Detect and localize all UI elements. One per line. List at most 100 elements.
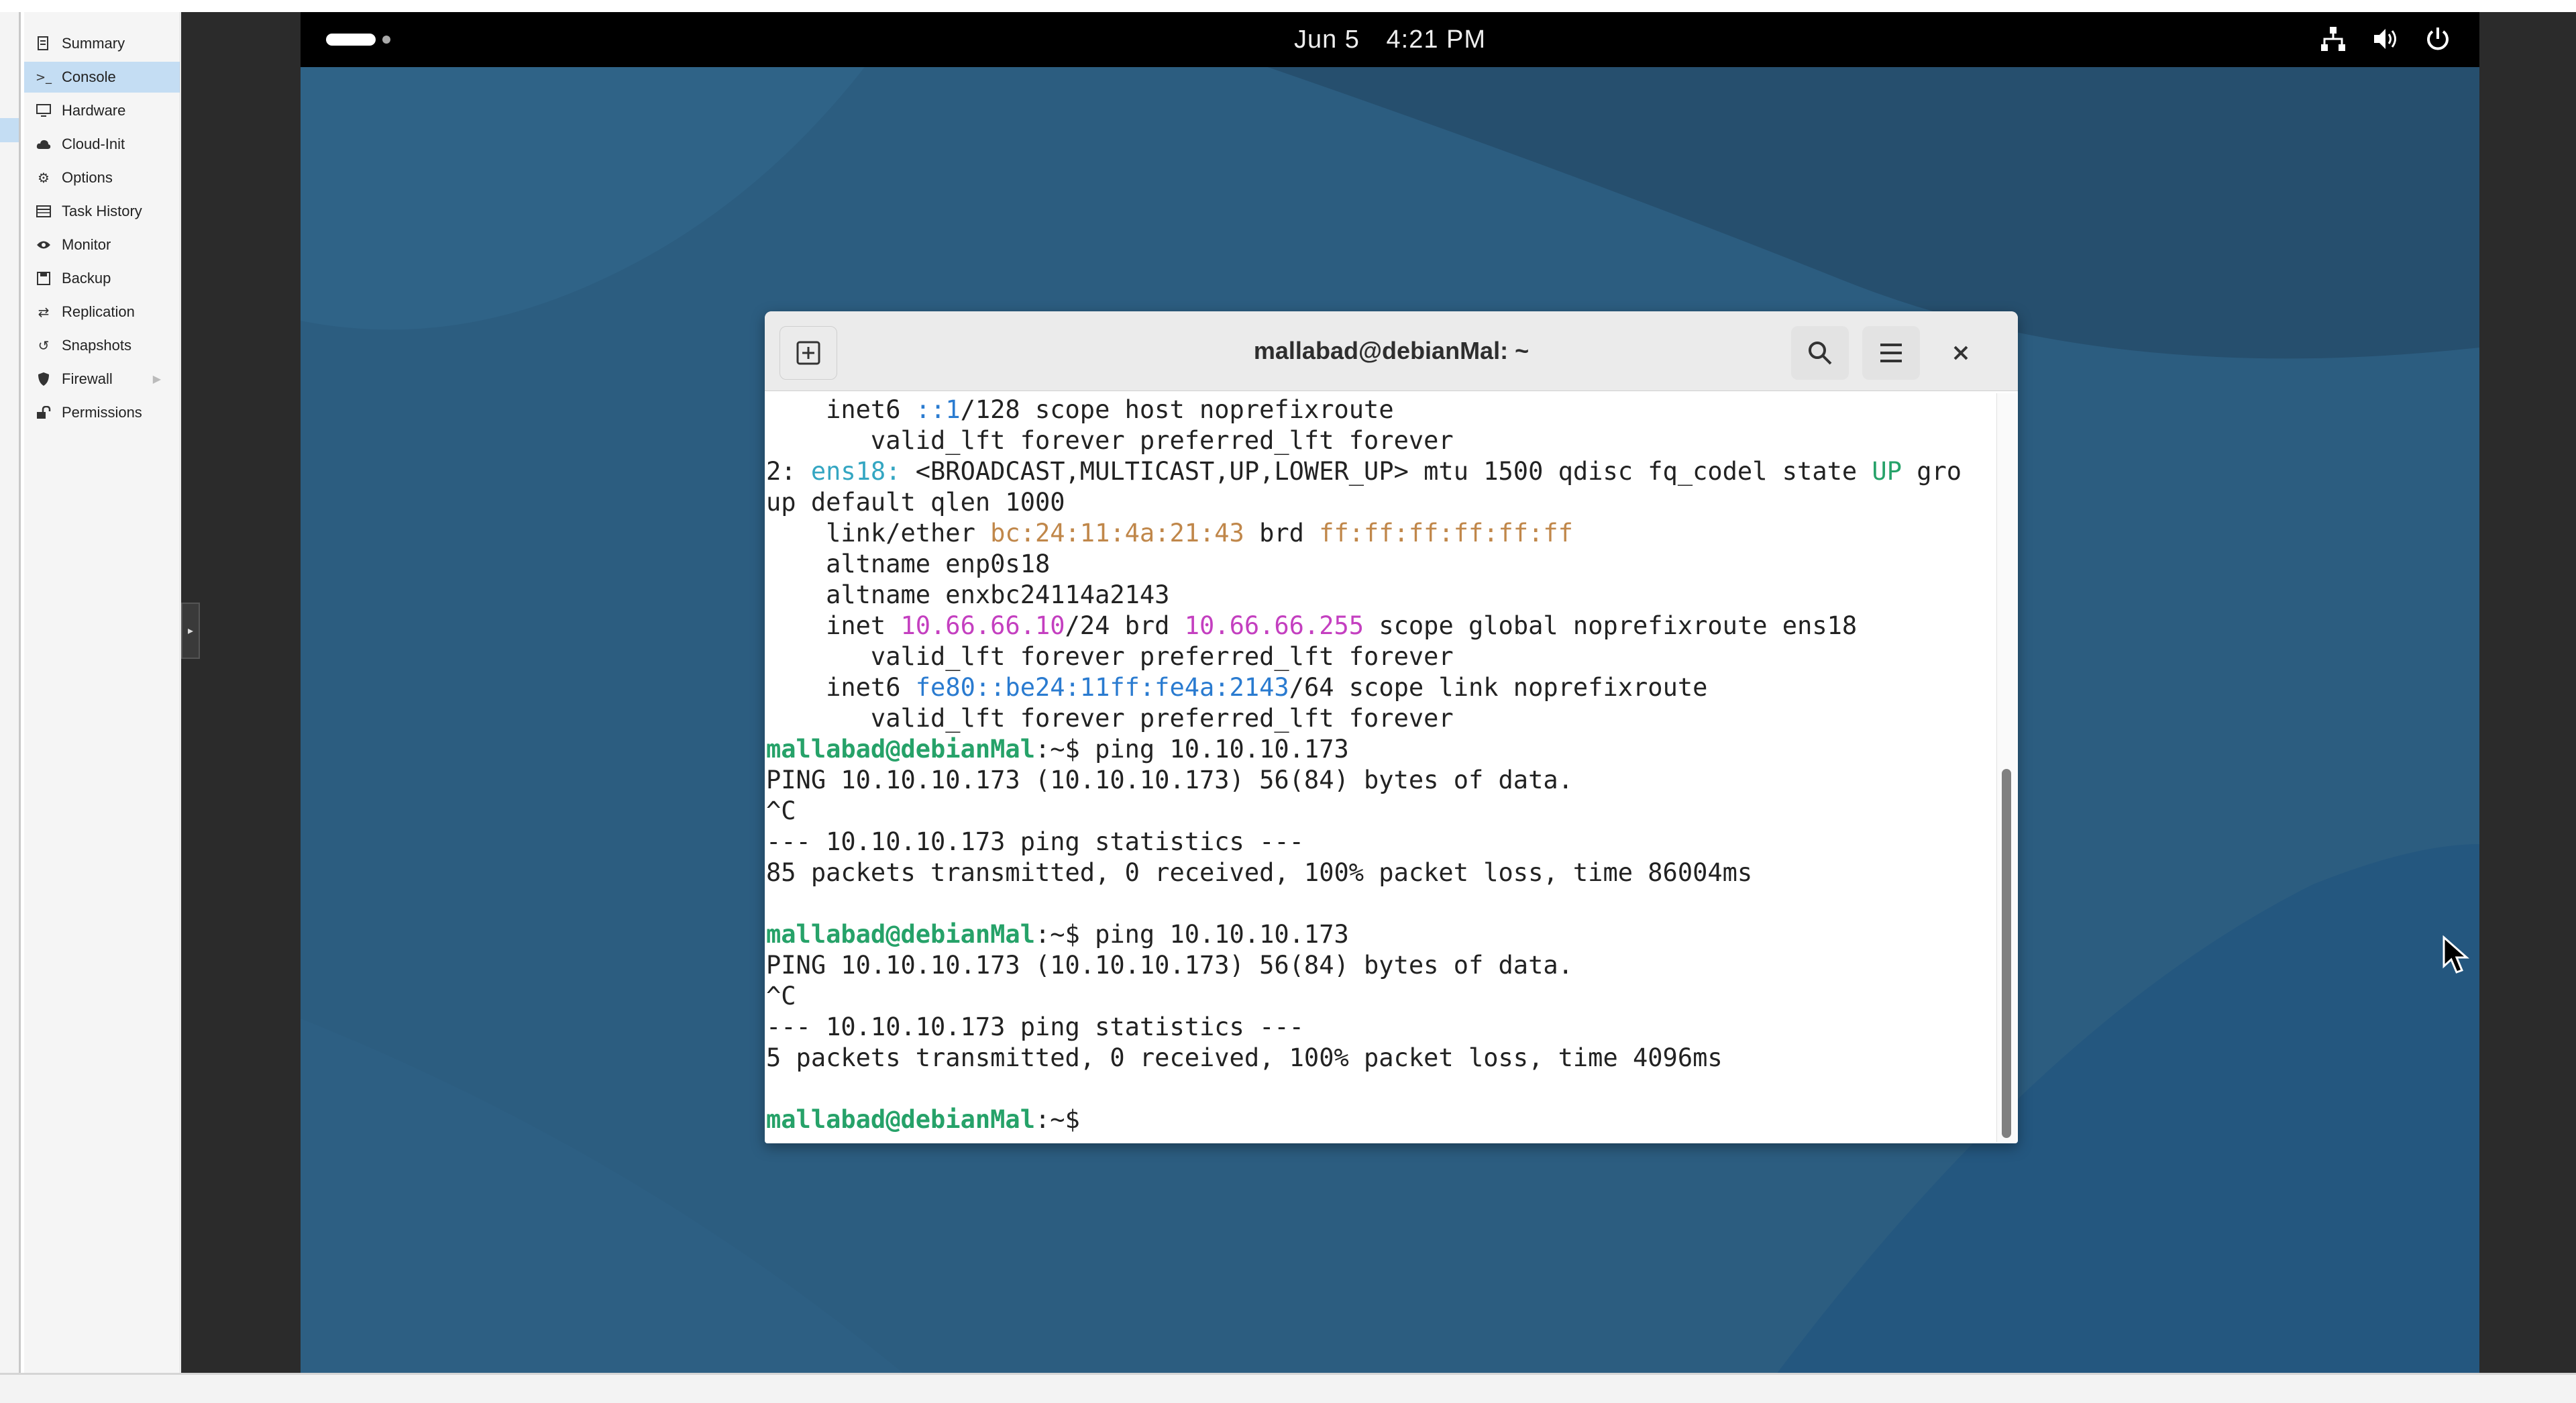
terminal-text-span: mallabad@debianMal xyxy=(766,920,1035,949)
terminal-line: mallabad@debianMal:~$ xyxy=(766,1104,1095,1135)
gear-icon: ⚙ xyxy=(38,170,50,186)
terminal-text-span: altname enp0s18 xyxy=(766,550,1051,578)
sidebar-item-hardware[interactable]: Hardware xyxy=(24,95,180,126)
terminal-text-span: /128 scope host noprefixroute xyxy=(960,395,1394,424)
terminal-text-span: inet6 xyxy=(766,395,916,424)
list-icon xyxy=(35,203,52,220)
mouse-cursor-icon xyxy=(2442,935,2471,979)
sidebar-item-summary[interactable]: Summary xyxy=(24,28,180,59)
floppy-icon xyxy=(35,270,52,287)
terminal-line: inet 10.66.66.10/24 brd 10.66.66.255 sco… xyxy=(766,611,1857,641)
terminal-line: inet6 ::1/128 scope host noprefixroute xyxy=(766,395,1394,425)
clock-date: Jun 5 xyxy=(1293,25,1360,54)
vm-display[interactable]: Jun 5 4:21 PM mallabad@debianMal: ~ inet… xyxy=(301,12,2479,1374)
terminal-text-span: fe80::be24:11ff:fe4a:2143 xyxy=(915,673,1289,702)
network-icon[interactable] xyxy=(2318,24,2348,54)
terminal-scrollbar[interactable] xyxy=(1996,393,2017,1142)
sidebar-item-label: Permissions xyxy=(62,404,142,421)
terminal-text-span: 10.66.66.10 xyxy=(900,611,1065,640)
hamburger-icon xyxy=(1880,344,1902,362)
collapse-sidebar-button[interactable]: ▸ xyxy=(181,603,200,659)
sidebar-item-label: Console xyxy=(62,68,116,85)
terminal-header-bar[interactable]: mallabad@debianMal: ~ xyxy=(765,311,2018,391)
chevron-right-icon: ▶ xyxy=(152,374,161,385)
eye-icon xyxy=(35,236,52,254)
terminal-text-span: mallabad@debianMal xyxy=(766,1105,1035,1134)
sidebar-item-permissions[interactable]: Permissions xyxy=(24,397,180,428)
monitor-icon xyxy=(35,102,52,119)
terminal-line: altname enp0s18 xyxy=(766,549,1050,580)
search-button[interactable] xyxy=(1791,326,1849,380)
terminal-text-span: scope global noprefixroute ens18 xyxy=(1364,611,1858,640)
sidebar-item-label: Replication xyxy=(62,303,135,320)
sidebar-item-label: Task History xyxy=(62,203,142,219)
terminal-line: ^C xyxy=(766,981,796,1012)
system-tray[interactable] xyxy=(2318,24,2453,54)
terminal-text-span: PING 10.10.10.173 (10.10.10.173) 56(84) … xyxy=(766,951,1573,980)
sidebar-item-label: Summary xyxy=(62,35,125,52)
terminal-line: valid_lft forever preferred_lft forever xyxy=(766,641,1454,672)
terminal-window[interactable]: mallabad@debianMal: ~ inet6 ::1/128 scop… xyxy=(765,311,2018,1143)
sidebar-item-backup[interactable]: Backup xyxy=(24,263,180,294)
terminal-text-span: --- 10.10.10.173 ping statistics --- xyxy=(766,827,1304,856)
terminal-text-span: brd xyxy=(1244,519,1320,548)
vm-sidebar-menu: Summary >_ Console Hardware Cloud-Init ⚙… xyxy=(24,12,180,1374)
resource-tree-selection[interactable] xyxy=(0,118,19,142)
terminal-line: valid_lft forever preferred_lft forever xyxy=(766,425,1454,456)
terminal-text-span: ::1 xyxy=(915,395,961,424)
close-icon xyxy=(1953,346,1968,360)
browser-top-strip xyxy=(0,0,2576,12)
terminal-text-span: :~$ ping 10.10.10.173 xyxy=(1034,735,1349,764)
terminal-line: link/ether bc:24:11:4a:21:43 brd ff:ff:f… xyxy=(766,518,1573,549)
terminal-text-span: UP xyxy=(1872,457,1902,486)
terminal-line: ^C xyxy=(766,796,796,827)
terminal-text-span: ens18: xyxy=(810,457,901,486)
sidebar-item-cloud-init[interactable]: Cloud-Init xyxy=(24,129,180,160)
terminal-text-span: 85 packets transmitted, 0 received, 100%… xyxy=(766,858,1753,887)
terminal-icon: >_ xyxy=(35,70,52,85)
sync-icon: ⇄ xyxy=(38,304,50,320)
sidebar-item-firewall[interactable]: Firewall ▶ xyxy=(24,364,180,395)
terminal-text-span: link/ether xyxy=(766,519,991,548)
hamburger-menu-button[interactable] xyxy=(1862,326,1920,380)
terminal-text-span: valid_lft forever preferred_lft forever xyxy=(766,704,1454,733)
terminal-text-span: bc:24:11:4a:21:43 xyxy=(990,519,1244,548)
terminal-text-span: /24 brd xyxy=(1065,611,1185,640)
scrollbar-thumb[interactable] xyxy=(2002,769,2011,1138)
cloud-icon xyxy=(35,136,52,153)
sidebar-item-label: Snapshots xyxy=(62,337,131,354)
terminal-line: 85 packets transmitted, 0 received, 100%… xyxy=(766,858,1752,888)
terminal-line: altname enxbc24114a2143 xyxy=(766,580,1169,611)
shield-icon xyxy=(35,370,52,388)
sidebar-item-label: Monitor xyxy=(62,236,111,253)
sidebar-item-snapshots[interactable]: ↺ Snapshots xyxy=(24,330,180,361)
unlock-icon xyxy=(35,404,52,421)
terminal-text-span: 10.66.66.255 xyxy=(1184,611,1364,640)
sidebar-item-monitor[interactable]: Monitor xyxy=(24,229,180,260)
sidebar-item-replication[interactable]: ⇄ Replication xyxy=(24,297,180,327)
clock-time: 4:21 PM xyxy=(1386,25,1487,54)
terminal-text-span: ff:ff:ff:ff:ff:ff xyxy=(1319,519,1573,548)
terminal-text-span: valid_lft forever preferred_lft forever xyxy=(766,642,1454,671)
terminal-text-span: PING 10.10.10.173 (10.10.10.173) 56(84) … xyxy=(766,766,1573,794)
close-button[interactable] xyxy=(1932,326,1990,380)
terminal-line: mallabad@debianMal:~$ ping 10.10.10.173 xyxy=(766,734,1349,765)
terminal-output[interactable]: inet6 ::1/128 scope host noprefixroute v… xyxy=(765,392,1995,1143)
terminal-text-span: ^C xyxy=(766,796,796,825)
sidebar-item-label: Options xyxy=(62,169,113,186)
sidebar-item-label: Cloud-Init xyxy=(62,136,125,152)
terminal-line: valid_lft forever preferred_lft forever xyxy=(766,703,1454,734)
caret-right-icon: ▸ xyxy=(187,625,194,637)
terminal-line: inet6 fe80::be24:11ff:fe4a:2143/64 scope… xyxy=(766,672,1707,703)
clock[interactable]: Jun 5 4:21 PM xyxy=(301,25,2479,54)
sidebar-item-console[interactable]: >_ Console xyxy=(24,62,180,93)
terminal-text-span: inet xyxy=(766,611,901,640)
terminal-text-span: /64 scope link noprefixroute xyxy=(1289,673,1708,702)
sidebar-item-label: Firewall xyxy=(62,370,113,387)
power-icon[interactable] xyxy=(2423,24,2453,54)
sidebar-item-options[interactable]: ⚙ Options xyxy=(24,162,180,193)
terminal-text-span: :~$ xyxy=(1034,1105,1095,1134)
sidebar-item-task-history[interactable]: Task History xyxy=(24,196,180,227)
volume-icon[interactable] xyxy=(2371,24,2400,54)
search-icon xyxy=(1809,342,1832,365)
